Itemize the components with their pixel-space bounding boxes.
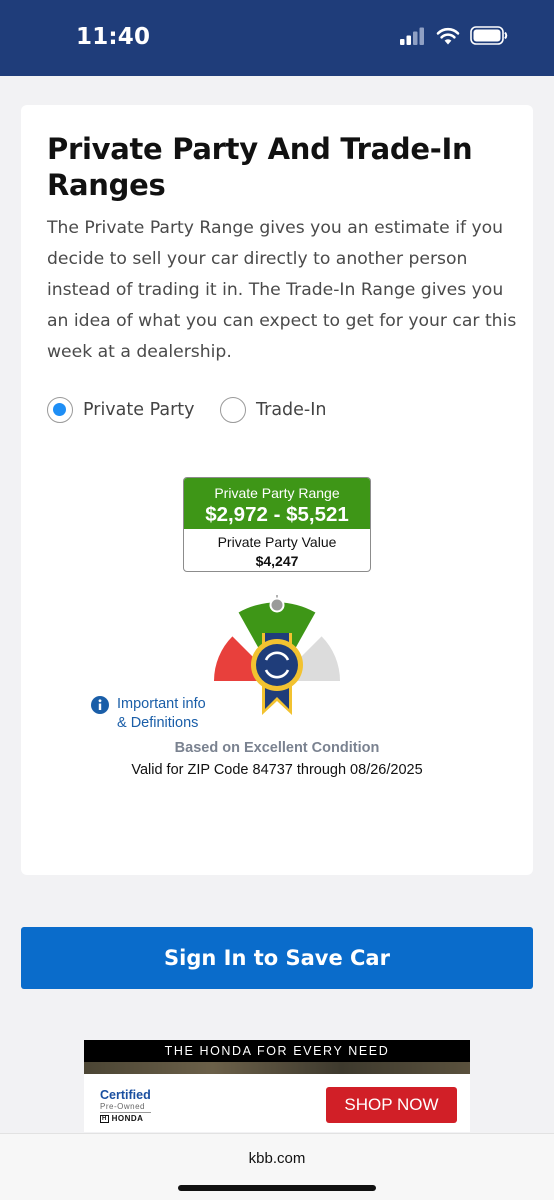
signal-icon — [400, 27, 424, 45]
home-indicator[interactable] — [178, 1185, 376, 1191]
value-gauge — [213, 595, 341, 715]
range-label: Private Party Range — [214, 485, 340, 501]
ranges-description: The Private Party Range gives you an est… — [47, 218, 517, 362]
private-party-radio[interactable] — [47, 397, 73, 423]
page-title: Private Party And Trade-In Ranges — [47, 132, 473, 202]
trade-in-option[interactable]: Trade-In — [220, 397, 326, 423]
important-info-line2: & Definitions — [117, 715, 199, 731]
ad-photo-strip — [84, 1062, 470, 1074]
important-info-line1: Important info — [117, 696, 206, 712]
info-icon — [91, 696, 109, 714]
browser-bottom-bar: kbb.com — [0, 1133, 554, 1200]
important-info-text[interactable]: Important info & Definitions — [117, 695, 206, 733]
honda-brand: H HONDA — [100, 1114, 151, 1123]
range-tooltip: Private Party Range $2,972 - $5,521 Priv… — [183, 477, 371, 572]
honda-brand-label: HONDA — [111, 1114, 144, 1123]
certified-pre-owned-logo: Certified Pre-Owned H HONDA — [100, 1088, 151, 1123]
honda-ad-banner[interactable]: THE HONDA FOR EVERY NEED Certified Pre-O… — [84, 1040, 470, 1132]
battery-icon — [470, 26, 508, 45]
sign-in-save-car-button[interactable]: Sign In to Save Car — [21, 927, 533, 989]
condition-note: Based on Excellent Condition — [174, 740, 380, 756]
range-header: Private Party Range $2,972 - $5,521 — [184, 478, 370, 529]
trade-in-label: Trade-In — [256, 400, 327, 420]
gauge-pointer-dot — [269, 597, 285, 613]
shop-now-button[interactable]: SHOP NOW — [326, 1087, 457, 1123]
private-party-value: $4,247 — [255, 553, 299, 569]
private-party-value-label: Private Party Value — [217, 534, 337, 550]
private-party-option[interactable]: Private Party — [47, 397, 194, 423]
important-info-link[interactable]: Important info & Definitions — [91, 695, 206, 733]
status-time: 11:40 — [76, 24, 151, 50]
trade-in-radio[interactable] — [220, 397, 246, 423]
private-party-label: Private Party — [83, 400, 195, 420]
ranges-card: Private Party And Trade-In Ranges The Pr… — [21, 105, 533, 875]
url-display[interactable]: kbb.com — [0, 1150, 554, 1167]
honda-logo-icon: H — [100, 1115, 109, 1123]
range-value: $2,972 - $5,521 — [205, 503, 349, 526]
ad-headline: THE HONDA FOR EVERY NEED — [84, 1040, 470, 1062]
certified-subtitle: Pre-Owned — [100, 1102, 151, 1113]
private-party-value-box: Private Party Value $4,247 — [184, 529, 370, 569]
status-bar: 11:40 — [0, 0, 554, 76]
status-icons — [400, 26, 508, 45]
zip-note: Valid for ZIP Code 84737 through 08/26/2… — [131, 762, 423, 778]
wifi-icon — [436, 27, 460, 44]
certified-title: Certified — [100, 1088, 151, 1102]
